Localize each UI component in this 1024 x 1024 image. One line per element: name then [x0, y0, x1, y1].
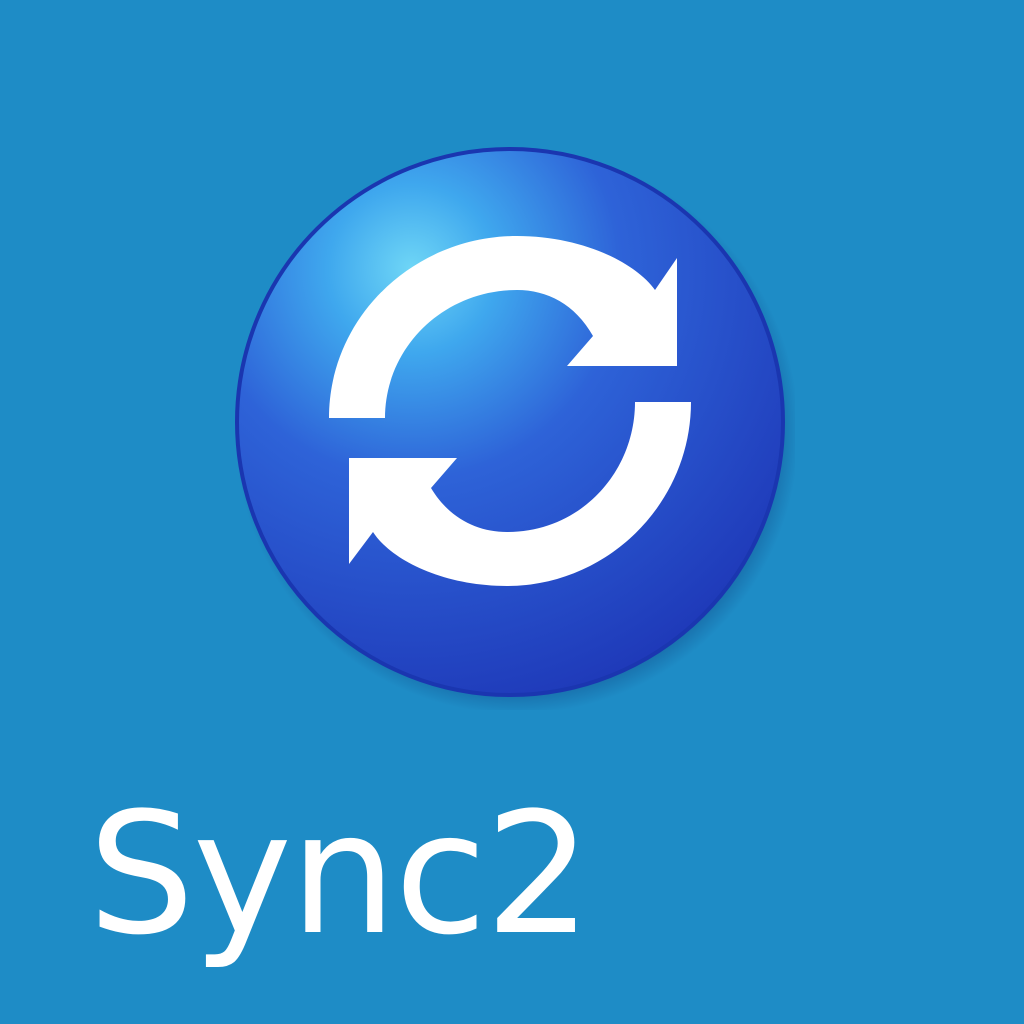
sync-arrows-icon[interactable]: [225, 140, 795, 710]
desktop-background: Sync2: [0, 0, 1024, 1024]
shortcut-label[interactable]: Sync2: [88, 790, 592, 958]
sync-orb: [235, 147, 785, 697]
